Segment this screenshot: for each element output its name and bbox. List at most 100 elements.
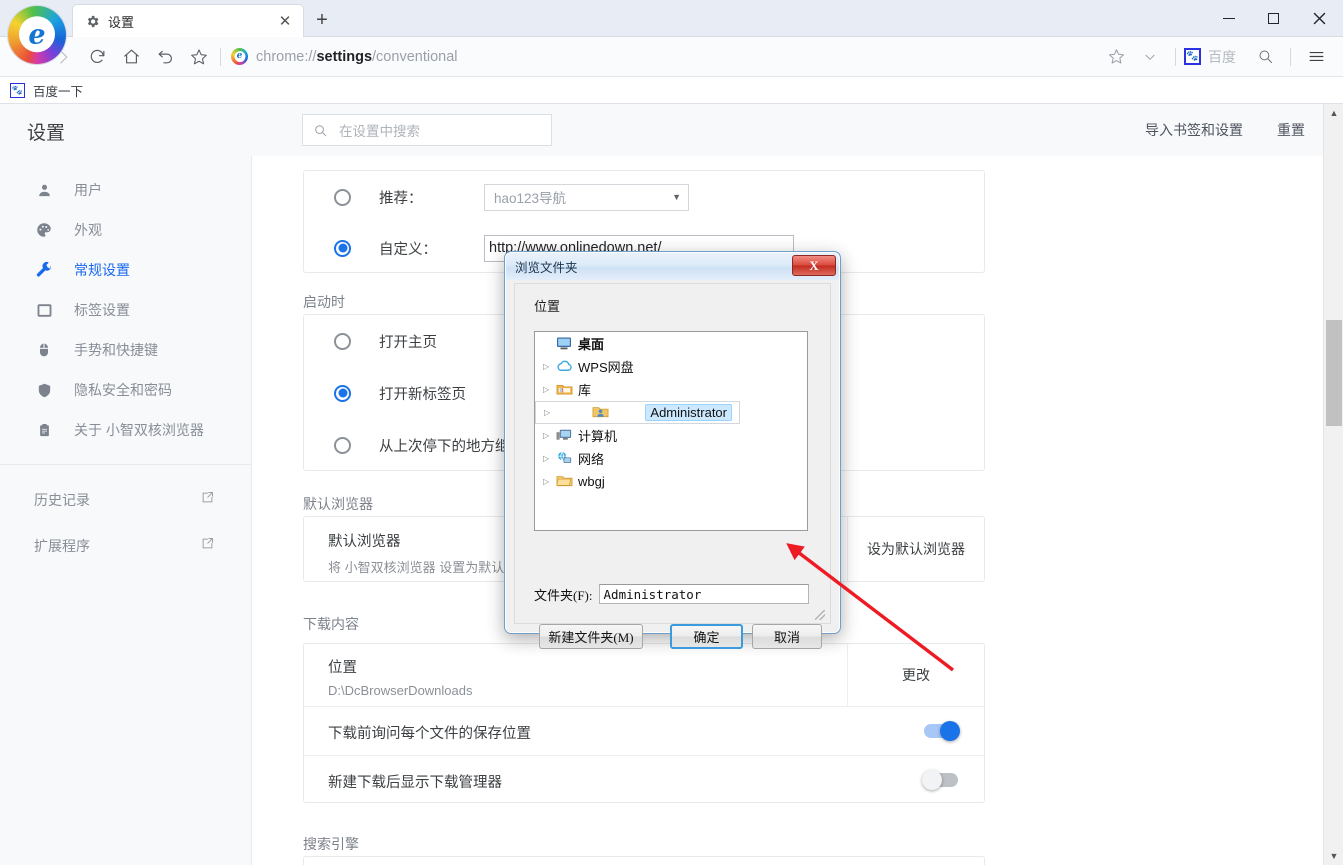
sidebar-item-privacy[interactable]: 隐私安全和密码 (0, 370, 251, 410)
new-folder-button[interactable]: 新建文件夹(M) (539, 624, 643, 649)
bookmarks-bar: 🐾 百度一下 (0, 77, 1343, 104)
sidebar-link-label: 扩展程序 (34, 536, 90, 556)
window-controls (1207, 0, 1343, 37)
add-bookmark-button[interactable] (1099, 40, 1133, 74)
expand-arrow-icon[interactable]: ▷ (543, 431, 556, 440)
bookmark-item-baidu[interactable]: 百度一下 (33, 81, 83, 100)
sidebar-item-history[interactable]: 历史记录 (0, 477, 251, 523)
folder-tree[interactable]: 桌面 ▷ WPS网盘 ▷ 库 ▷ (534, 331, 808, 531)
chevron-down-icon (1143, 50, 1157, 64)
sidebar-item-label: 手势和快捷键 (74, 340, 158, 360)
tree-row[interactable]: ▷ WPS网盘 (535, 355, 807, 378)
url-bold-part: settings (316, 49, 372, 65)
dialog-close-button[interactable]: X (792, 255, 836, 276)
change-download-location-button[interactable]: 更改 (847, 644, 984, 706)
bookmark-dropdown-button[interactable] (1133, 40, 1167, 74)
tree-row[interactable]: ▷ 网络 (535, 447, 807, 470)
browser-tab-settings[interactable]: 设置 ✕ (72, 4, 304, 37)
sidebar-item-appearance[interactable]: 外观 (0, 210, 251, 250)
show-download-manager-label: 新建下载后显示下载管理器 (328, 771, 502, 792)
page-scrollbar[interactable]: ▲ ▼ (1323, 104, 1343, 865)
sidebar-item-label: 标签设置 (74, 300, 130, 320)
dialog-title-bar[interactable]: 浏览文件夹 X (506, 253, 839, 280)
sidebar-item-label: 用户 (74, 180, 102, 200)
search-icon-settings (313, 123, 328, 138)
reload-icon (88, 47, 107, 66)
sidebar-item-tabs[interactable]: 标签设置 (0, 290, 251, 330)
section-title-downloads: 下载内容 (303, 614, 359, 634)
recommend-select[interactable]: hao123导航 ▼ (484, 184, 689, 211)
radio-recommend[interactable] (334, 189, 351, 206)
address-bar[interactable]: chrome://settings/conventional (256, 49, 457, 65)
folder-icon (556, 474, 573, 490)
set-default-browser-button[interactable]: 设为默认浏览器 (847, 517, 984, 581)
bookmark-star-button[interactable] (182, 40, 216, 74)
tree-row[interactable]: ▷ 库 (535, 378, 807, 401)
radio-open-newtab[interactable] (334, 385, 351, 402)
scroll-down-arrow-icon[interactable]: ▼ (1324, 847, 1343, 865)
tree-row-selected[interactable]: ▷ Administrator (535, 401, 740, 424)
settings-sidebar: 用户 外观 常规设置 标签设置 手势和快捷键 (0, 156, 252, 865)
ask-save-location-toggle[interactable] (924, 724, 958, 738)
toolbar-separator-2 (1290, 48, 1291, 66)
expand-arrow-icon[interactable]: ▷ (544, 408, 557, 417)
search-icon (1257, 48, 1274, 65)
tree-row[interactable]: 桌面 (535, 332, 807, 355)
title-bar: 设置 ✕ + (0, 0, 1343, 37)
reload-button[interactable] (80, 40, 114, 74)
folder-name-input[interactable]: Administrator (599, 584, 809, 604)
expand-arrow-icon[interactable]: ▷ (543, 362, 556, 371)
custom-label: 自定义： (379, 238, 484, 259)
radio-custom[interactable] (334, 240, 351, 257)
scroll-up-arrow-icon[interactable]: ▲ (1324, 104, 1343, 122)
library-icon (556, 382, 573, 398)
browser-menu-button[interactable] (1299, 40, 1333, 74)
hamburger-menu-icon (1307, 47, 1326, 66)
radio-continue-session[interactable] (334, 437, 351, 454)
url-suffix: /conventional (372, 49, 457, 65)
sidebar-link-label: 历史记录 (34, 490, 90, 510)
sidebar-item-extensions[interactable]: 扩展程序 (0, 523, 251, 569)
browser-logo-icon (8, 6, 66, 64)
tab-title: 设置 (108, 12, 275, 31)
url-separator (220, 48, 221, 66)
cancel-button[interactable]: 取消 (752, 624, 822, 649)
expand-arrow-icon[interactable]: ▷ (543, 454, 556, 463)
tree-row[interactable]: ▷ 计算机 (535, 424, 807, 447)
reset-link[interactable]: 重置 (1277, 120, 1305, 140)
sidebar-item-general[interactable]: 常规设置 (0, 250, 251, 290)
import-bookmarks-settings-link[interactable]: 导入书签和设置 (1145, 120, 1243, 140)
desktop-icon (556, 336, 573, 352)
tree-row[interactable]: ▷ wbgj (535, 470, 807, 493)
undo-button[interactable] (148, 40, 182, 74)
gear-icon (85, 14, 100, 29)
startup-option-label: 从上次停下的地方继续 (379, 435, 524, 456)
resize-grip-icon[interactable] (815, 610, 825, 620)
scrollbar-thumb[interactable] (1326, 320, 1342, 426)
ask-save-location-label: 下载前询问每个文件的保存位置 (328, 722, 531, 743)
settings-search-input[interactable]: 在设置中搜索 (302, 114, 552, 146)
close-window-button[interactable] (1295, 0, 1343, 37)
sidebar-item-gestures[interactable]: 手势和快捷键 (0, 330, 251, 370)
home-button[interactable] (114, 40, 148, 74)
user-icon (34, 180, 54, 200)
dialog-title: 浏览文件夹 (515, 257, 578, 276)
expand-arrow-icon[interactable]: ▷ (543, 385, 556, 394)
sidebar-item-about[interactable]: 关于 小智双核浏览器 (0, 410, 251, 450)
tab-close-icon[interactable]: ✕ (275, 11, 295, 31)
sidebar-item-label: 外观 (74, 220, 102, 240)
baidu-paw-icon-bookmark: 🐾 (10, 83, 25, 98)
show-download-manager-toggle[interactable] (924, 773, 958, 787)
new-tab-button[interactable]: + (310, 10, 334, 32)
search-button[interactable] (1248, 40, 1282, 74)
radio-open-homepage[interactable] (334, 333, 351, 350)
palette-icon (34, 220, 54, 240)
minimize-button[interactable] (1207, 0, 1251, 37)
sidebar-item-user[interactable]: 用户 (0, 170, 251, 210)
tree-label: WPS网盘 (578, 357, 634, 376)
show-download-manager-row: 新建下载后显示下载管理器 (304, 755, 984, 804)
expand-arrow-icon[interactable]: ▷ (543, 477, 556, 486)
section-title-startup: 启动时 (303, 292, 345, 312)
maximize-button[interactable] (1251, 0, 1295, 37)
ok-button[interactable]: 确定 (670, 624, 743, 649)
